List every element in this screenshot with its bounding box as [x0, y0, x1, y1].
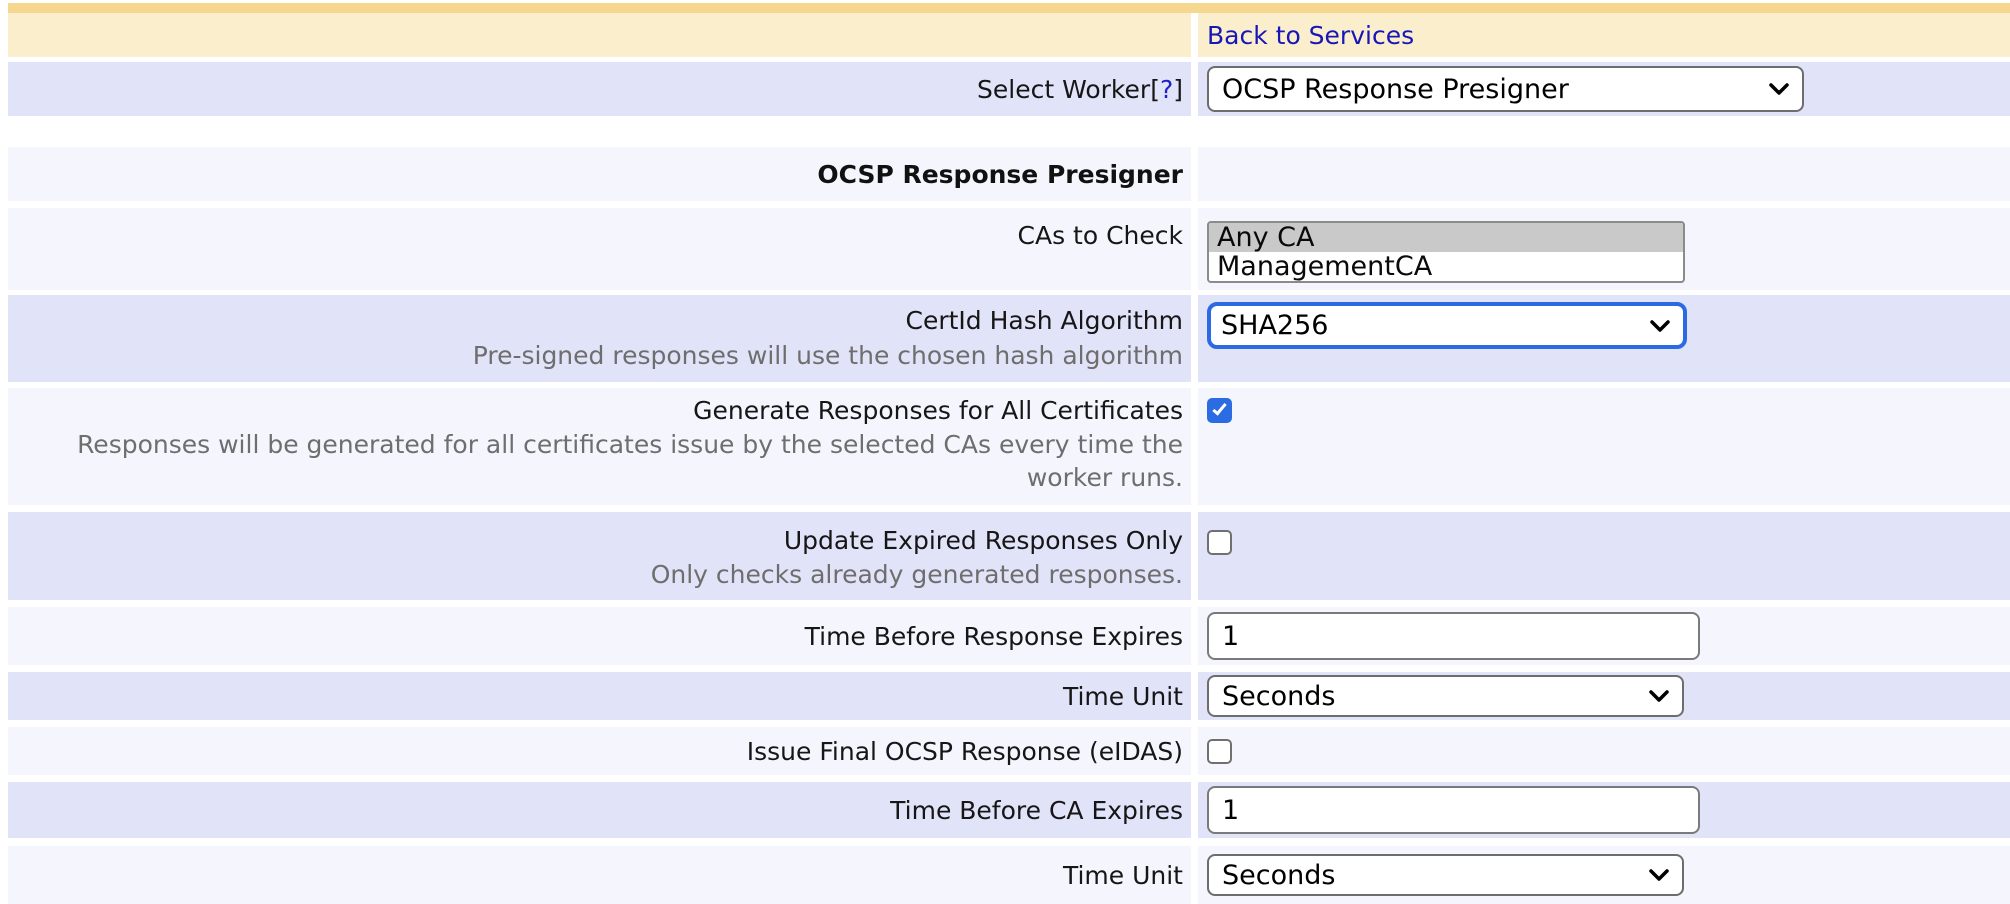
cas-option-managementca[interactable]: ManagementCA: [1209, 252, 1683, 281]
hash-algorithm-row: CertId Hash Algorithm Pre-signed respons…: [8, 295, 2010, 382]
chevron-down-icon: [1649, 319, 1671, 333]
toolbar-row: Back to Services: [8, 13, 2010, 57]
back-to-services-link[interactable]: Back to Services: [1207, 21, 1414, 50]
worker-select-value: OCSP Response Presigner: [1222, 74, 1569, 105]
cas-to-check-row: CAs to Check Any CA ManagementCA: [8, 208, 2010, 290]
time-unit-response-row: Time Unit Seconds: [8, 672, 2010, 720]
check-icon: [1212, 400, 1226, 415]
worker-select[interactable]: OCSP Response Presigner: [1207, 66, 1804, 112]
help-bracket-open: [: [1150, 75, 1160, 104]
cas-option-any-ca[interactable]: Any CA: [1209, 223, 1683, 252]
eidas-label: Issue Final OCSP Response (eIDAS): [747, 737, 1183, 766]
section-title: OCSP Response Presigner: [817, 160, 1183, 189]
help-question-icon[interactable]: ?: [1160, 75, 1173, 104]
generate-all-checkbox[interactable]: [1207, 398, 1232, 423]
eidas-checkbox[interactable]: [1207, 739, 1232, 764]
time-before-ca-input[interactable]: [1207, 786, 1700, 834]
time-unit-response-label: Time Unit: [1063, 682, 1183, 711]
hash-algorithm-label: CertId Hash Algorithm: [8, 303, 1183, 339]
time-unit-ca-select[interactable]: Seconds: [1207, 854, 1684, 896]
chevron-down-icon: [1648, 689, 1670, 703]
generate-all-label: Generate Responses for All Certificates: [8, 394, 1183, 428]
update-expired-row: Update Expired Responses Only Only check…: [8, 512, 2010, 600]
update-expired-label: Update Expired Responses Only: [8, 524, 1183, 558]
generate-all-helper: Responses will be generated for all cert…: [8, 428, 1183, 494]
time-before-response-row: Time Before Response Expires: [8, 607, 2010, 665]
select-worker-row: Select Worker[?] OCSP Response Presigner: [8, 62, 2010, 116]
cas-listbox[interactable]: Any CA ManagementCA: [1207, 221, 1685, 283]
worker-config-page: Back to Services Select Worker[?] OCSP R…: [0, 0, 2010, 904]
top-accent-strip: [8, 3, 2010, 13]
chevron-down-icon: [1768, 82, 1790, 96]
section-title-row: OCSP Response Presigner: [8, 147, 2010, 201]
toolbar-left-cell: [8, 13, 1191, 57]
hash-algorithm-value: SHA256: [1221, 310, 1328, 341]
eidas-row: Issue Final OCSP Response (eIDAS): [8, 727, 2010, 775]
time-unit-ca-label: Time Unit: [1063, 861, 1183, 890]
time-before-ca-label: Time Before CA Expires: [890, 796, 1183, 825]
cas-to-check-label: CAs to Check: [1018, 221, 1183, 250]
time-unit-response-value: Seconds: [1222, 681, 1335, 712]
chevron-down-icon: [1648, 868, 1670, 882]
help-bracket-close: ]: [1173, 75, 1183, 104]
time-unit-response-select[interactable]: Seconds: [1207, 675, 1684, 717]
time-before-response-label: Time Before Response Expires: [805, 622, 1183, 651]
time-unit-ca-row: Time Unit Seconds: [8, 846, 2010, 904]
hash-algorithm-helper: Pre-signed responses will use the chosen…: [8, 339, 1183, 373]
select-worker-label: Select Worker: [977, 75, 1150, 104]
time-before-ca-row: Time Before CA Expires: [8, 782, 2010, 838]
update-expired-checkbox[interactable]: [1207, 530, 1232, 555]
update-expired-helper: Only checks already generated responses.: [8, 558, 1183, 592]
time-unit-ca-value: Seconds: [1222, 860, 1335, 891]
generate-all-row: Generate Responses for All Certificates …: [8, 388, 2010, 505]
time-before-response-input[interactable]: [1207, 612, 1700, 660]
hash-algorithm-select[interactable]: SHA256: [1207, 302, 1687, 349]
